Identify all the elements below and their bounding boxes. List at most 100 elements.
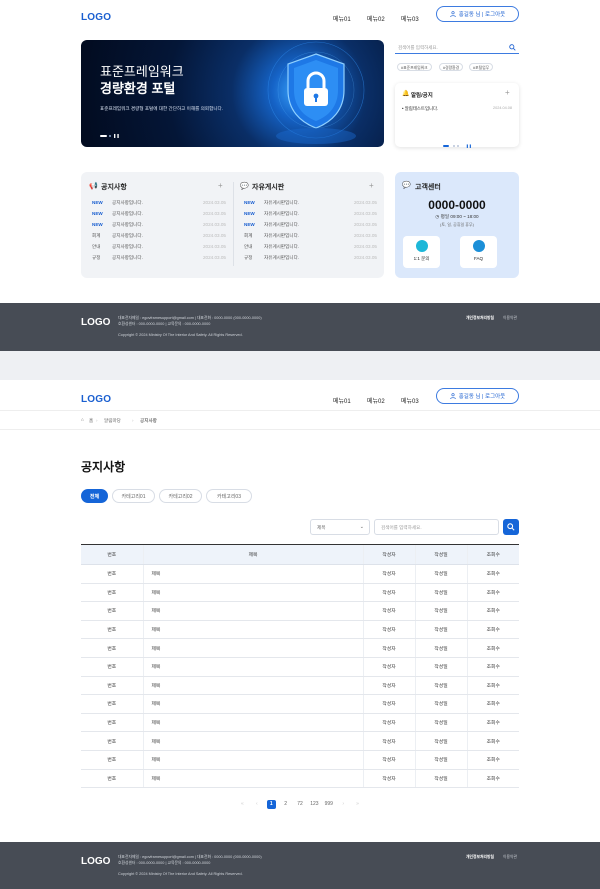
chevron-right-icon: › <box>132 418 134 423</box>
breadcrumb-home[interactable]: 홈 <box>89 418 93 424</box>
nav-menu01[interactable]: 메뉴01 <box>333 396 351 405</box>
privacy-link[interactable]: 개인정보처리방침 <box>466 855 494 860</box>
last-page-button[interactable]: » <box>353 800 362 809</box>
page-1[interactable]: 1 <box>266 800 276 809</box>
board-search-input[interactable]: 검색어를 입력하세요. <box>374 519 499 535</box>
list-item[interactable]: 회계 공지사항입니다. 2024.03.05 <box>92 233 226 239</box>
logout-button[interactable]: 홍길동 님 | 로그아웃 <box>436 6 519 22</box>
search-type-select[interactable]: 제목 ⌄ <box>310 519 370 535</box>
cell-title[interactable]: 제목 <box>142 638 363 658</box>
table-row[interactable]: 번호 제목 작성자 작성일 조회수 <box>81 638 519 658</box>
list-item[interactable]: 회계 자유게시판입니다. 2024.03.05 <box>244 233 377 239</box>
pause-icon[interactable]: ❚❚ <box>113 133 120 138</box>
list-item[interactable]: NEW 자유게시판입니다. 2024.03.05 <box>244 211 377 217</box>
table-row[interactable]: 번호 제목 작성자 작성일 조회수 <box>81 601 519 621</box>
cell-title[interactable]: 제목 <box>142 731 363 751</box>
table-row[interactable]: 번호 제목 작성자 작성일 조회수 <box>81 694 519 714</box>
table-row[interactable]: 번호 제목 작성자 작성일 조회수 <box>81 769 519 789</box>
list-item[interactable]: NEW 공지사항입니다. 2024.03.05 <box>92 200 226 206</box>
search-icon[interactable] <box>509 44 516 51</box>
cell-author: 작성자 <box>362 564 415 584</box>
terms-link[interactable]: 이용약관 <box>503 316 517 321</box>
cell-number: 번호 <box>81 620 143 640</box>
hero-pagination[interactable]: ❚❚ <box>100 124 120 142</box>
table-row[interactable]: 번호 제목 작성자 작성일 조회수 <box>81 731 519 751</box>
list-item[interactable]: 안내 자유게시판입니다. 2024.03.05 <box>244 244 377 250</box>
free-board-more-button[interactable]: + <box>369 181 374 190</box>
notice-pagination[interactable]: ❚❚ <box>443 134 472 152</box>
pagination: « ‹ 1 2 72 123 999 › » <box>0 800 600 809</box>
tab-category01[interactable]: 카테고리01 <box>112 489 155 503</box>
cell-title[interactable]: 제목 <box>142 657 363 677</box>
tag-framework[interactable]: #표준프레임워크 <box>397 63 432 71</box>
nav-menu03[interactable]: 메뉴03 <box>401 396 419 405</box>
user-icon <box>450 11 456 17</box>
cell-author: 작성자 <box>362 583 415 603</box>
list-item-title: 자유게시판입니다. <box>264 211 300 216</box>
board-search-button[interactable] <box>503 519 519 535</box>
nav-menu03[interactable]: 메뉴03 <box>401 14 419 23</box>
cell-title[interactable]: 제목 <box>142 620 363 640</box>
page-999[interactable]: 999 <box>324 800 333 809</box>
cell-title[interactable]: 제목 <box>142 694 363 714</box>
table-row[interactable]: 번호 제목 작성자 작성일 조회수 <box>81 676 519 696</box>
logo[interactable]: LOGO <box>81 12 111 23</box>
table-row[interactable]: 번호 제목 작성자 작성일 조회수 <box>81 713 519 733</box>
home-icon[interactable]: ⌂ <box>81 417 84 422</box>
cell-title[interactable]: 제목 <box>142 564 363 584</box>
faq-button[interactable]: FAQ <box>460 236 497 268</box>
nav-menu02[interactable]: 메뉴02 <box>367 14 385 23</box>
hero-dot[interactable] <box>109 135 111 137</box>
table-row[interactable]: 번호 제목 작성자 작성일 조회수 <box>81 657 519 677</box>
hero-banner[interactable]: 표준프레임워크 경량환경 포털 표준프레임워크 경량형 포털에 대한 간단하고 … <box>81 40 384 147</box>
list-item[interactable]: 규정 공지사항입니다. 2024.03.05 <box>92 255 226 261</box>
next-page-button[interactable]: › <box>339 800 348 809</box>
tag-light[interactable]: #경량환경 <box>439 63 464 71</box>
page-2[interactable]: 2 <box>281 800 290 809</box>
table-row[interactable]: 번호 제목 작성자 작성일 조회수 <box>81 583 519 603</box>
prev-page-button[interactable]: ‹ <box>252 800 261 809</box>
terms-link[interactable]: 이용약관 <box>503 855 517 860</box>
tab-category02[interactable]: 카테고리02 <box>159 489 202 503</box>
nav-menu02[interactable]: 메뉴02 <box>367 396 385 405</box>
cell-title[interactable]: 제목 <box>142 750 363 770</box>
cell-title[interactable]: 제목 <box>142 769 363 789</box>
cell-views: 조회수 <box>466 657 519 677</box>
hero-dot-active[interactable] <box>100 135 107 137</box>
privacy-link[interactable]: 개인정보처리방침 <box>466 316 494 321</box>
breadcrumb-depth2[interactable]: 공지사항 <box>140 418 157 424</box>
free-board-title[interactable]: 자유게시판 <box>252 182 284 192</box>
list-item[interactable]: NEW 자유게시판입니다. 2024.03.05 <box>244 222 377 228</box>
list-item[interactable]: 규정 자유게시판입니다. 2024.03.05 <box>244 255 377 261</box>
notice-item[interactable]: • 알림테스트입니다. <box>402 106 438 112</box>
inquiry-button[interactable]: 1:1 문의 <box>403 236 440 268</box>
tab-all[interactable]: 전체 <box>81 489 108 503</box>
cell-title[interactable]: 제목 <box>142 676 363 696</box>
list-item[interactable]: 안내 공지사항입니다. 2024.03.05 <box>92 244 226 250</box>
cell-title[interactable]: 제목 <box>142 713 363 733</box>
notice-more-button[interactable]: + <box>218 181 223 190</box>
cell-title[interactable]: 제목 <box>142 601 363 621</box>
page-123[interactable]: 123 <box>310 800 319 809</box>
cell-title[interactable]: 제목 <box>142 583 363 603</box>
table-row[interactable]: 번호 제목 작성자 작성일 조회수 <box>81 564 519 584</box>
logo[interactable]: LOGO <box>81 394 111 405</box>
list-item[interactable]: NEW 자유게시판입니다. 2024.03.05 <box>244 200 377 206</box>
notice-more-button[interactable]: + <box>505 88 510 97</box>
logout-button[interactable]: 홍길동 님 | 로그아웃 <box>436 388 519 404</box>
tab-category03[interactable]: 카테고리03 <box>206 489 252 503</box>
tag-portal[interactable]: #포털업무 <box>469 63 494 71</box>
cell-date: 작성일 <box>414 694 467 714</box>
list-item[interactable]: NEW 공지사항입니다. 2024.03.05 <box>92 222 226 228</box>
cell-author: 작성자 <box>362 601 415 621</box>
main-search-input[interactable]: 검색어를 입력하세요. <box>395 42 519 54</box>
notice-board-title[interactable]: 공지사항 <box>101 182 127 192</box>
nav-menu01[interactable]: 메뉴01 <box>333 14 351 23</box>
breadcrumb-depth1[interactable]: 알림마당 <box>104 418 121 424</box>
first-page-button[interactable]: « <box>238 800 247 809</box>
table-row[interactable]: 번호 제목 작성자 작성일 조회수 <box>81 750 519 770</box>
list-item[interactable]: NEW 공지사항입니다. 2024.03.05 <box>92 211 226 217</box>
page-72[interactable]: 72 <box>296 800 305 809</box>
cell-author: 작성자 <box>362 676 415 696</box>
table-row[interactable]: 번호 제목 작성자 작성일 조회수 <box>81 620 519 640</box>
